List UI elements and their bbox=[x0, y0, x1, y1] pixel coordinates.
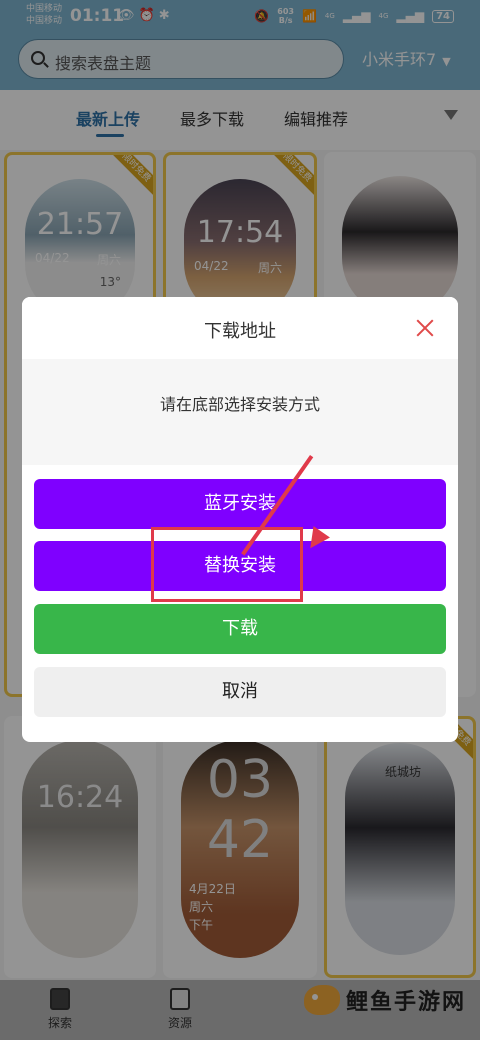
dialog-body: 请在底部选择安装方式 bbox=[22, 359, 458, 465]
close-icon[interactable] bbox=[416, 319, 434, 337]
dialog-title: 下载地址 bbox=[204, 321, 276, 342]
bluetooth-install-button[interactable]: 蓝牙安装 bbox=[34, 479, 446, 529]
download-dialog: 下载地址 请在底部选择安装方式 蓝牙安装 替换安装 下载 取消 bbox=[22, 297, 458, 742]
cancel-button[interactable]: 取消 bbox=[34, 667, 446, 717]
dialog-header: 下载地址 bbox=[22, 297, 458, 359]
download-button[interactable]: 下载 bbox=[34, 604, 446, 654]
dialog-message: 请在底部选择安装方式 bbox=[159, 395, 320, 414]
highlight-box bbox=[151, 527, 303, 602]
